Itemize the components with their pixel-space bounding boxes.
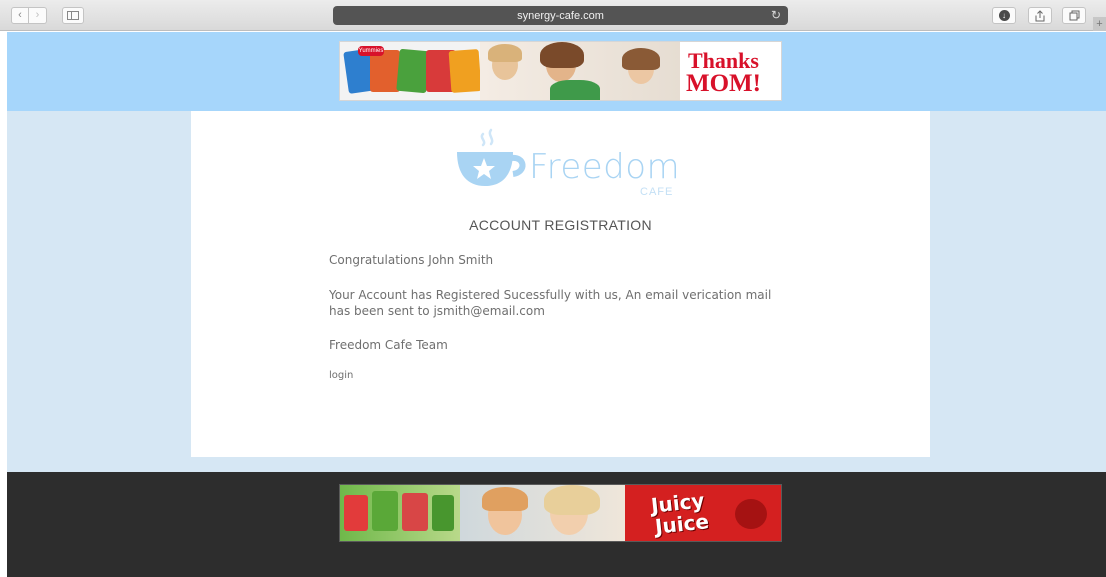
download-icon[interactable]: ↓ — [992, 7, 1016, 24]
ad-juicy-juice: Juicy Juice — [625, 485, 781, 541]
chevron-left-icon[interactable]: ‹ — [11, 7, 29, 24]
bottom-banner-ad[interactable]: Juicy Juice — [339, 484, 782, 542]
child-hair — [622, 48, 660, 70]
greeting-text: Congratulations John Smith — [329, 253, 494, 267]
top-banner-ad[interactable]: Yummies Thanks MOM! — [339, 41, 782, 101]
child-hair — [488, 44, 522, 62]
confirmation-text: Your Account has Registered Sucessfully … — [329, 288, 772, 318]
signoff-text: Freedom Cafe Team — [329, 338, 448, 352]
juice-box — [402, 493, 428, 531]
ad-brand-line2: Juice — [653, 509, 711, 539]
ad-headline-line2: MOM! — [686, 70, 761, 97]
ad-snack-packs: Yummies — [340, 42, 482, 100]
freedom-cafe-logo: Freedom CAFE — [453, 128, 680, 198]
juice-box — [344, 495, 368, 531]
apple-image — [735, 499, 767, 529]
tabs-icon[interactable] — [1062, 7, 1086, 24]
browser-toolbar: ‹ › synergy-cafe.com ↻ ↓ + — [0, 0, 1106, 31]
registration-card: Freedom CAFE ACCOUNT REGISTRATION Congra… — [191, 111, 930, 457]
coffee-cup-icon — [457, 128, 526, 186]
sidebar-icon[interactable] — [62, 7, 84, 24]
footer-band: Juicy Juice — [7, 472, 1106, 577]
address-bar[interactable]: synergy-cafe.com ↻ — [333, 6, 788, 25]
mother-shirt — [550, 80, 600, 100]
ad-family-photo — [460, 485, 625, 541]
reload-icon[interactable]: ↻ — [771, 8, 781, 22]
mother-hair — [540, 42, 584, 68]
snack-pack — [448, 49, 482, 93]
logo-subtitle: CAFE — [640, 186, 674, 198]
chevron-right-icon[interactable]: › — [29, 7, 47, 24]
juice-box — [432, 495, 454, 531]
share-icon[interactable] — [1028, 7, 1052, 24]
logo-wordmark: Freedom — [529, 147, 681, 187]
ad-family-photo — [480, 42, 680, 100]
ad-thanks-mom: Thanks MOM! — [680, 42, 781, 100]
url-text: synergy-cafe.com — [517, 9, 604, 22]
child-hair — [482, 487, 528, 511]
web-page: Yummies Thanks MOM! Freedom CAFE ACCOUNT… — [7, 32, 1106, 577]
login-link[interactable]: login — [329, 370, 353, 381]
mother-hair — [544, 485, 600, 515]
snack-pack — [396, 48, 430, 94]
juice-box — [372, 491, 398, 531]
plus-icon[interactable]: + — [1093, 17, 1106, 31]
snack-pack — [370, 50, 400, 92]
header-band: Yummies Thanks MOM! — [7, 32, 1106, 111]
page-title: ACCOUNT REGISTRATION — [469, 217, 652, 233]
ad-brand-small: Yummies — [358, 46, 384, 56]
ad-juice-boxes — [340, 485, 460, 541]
